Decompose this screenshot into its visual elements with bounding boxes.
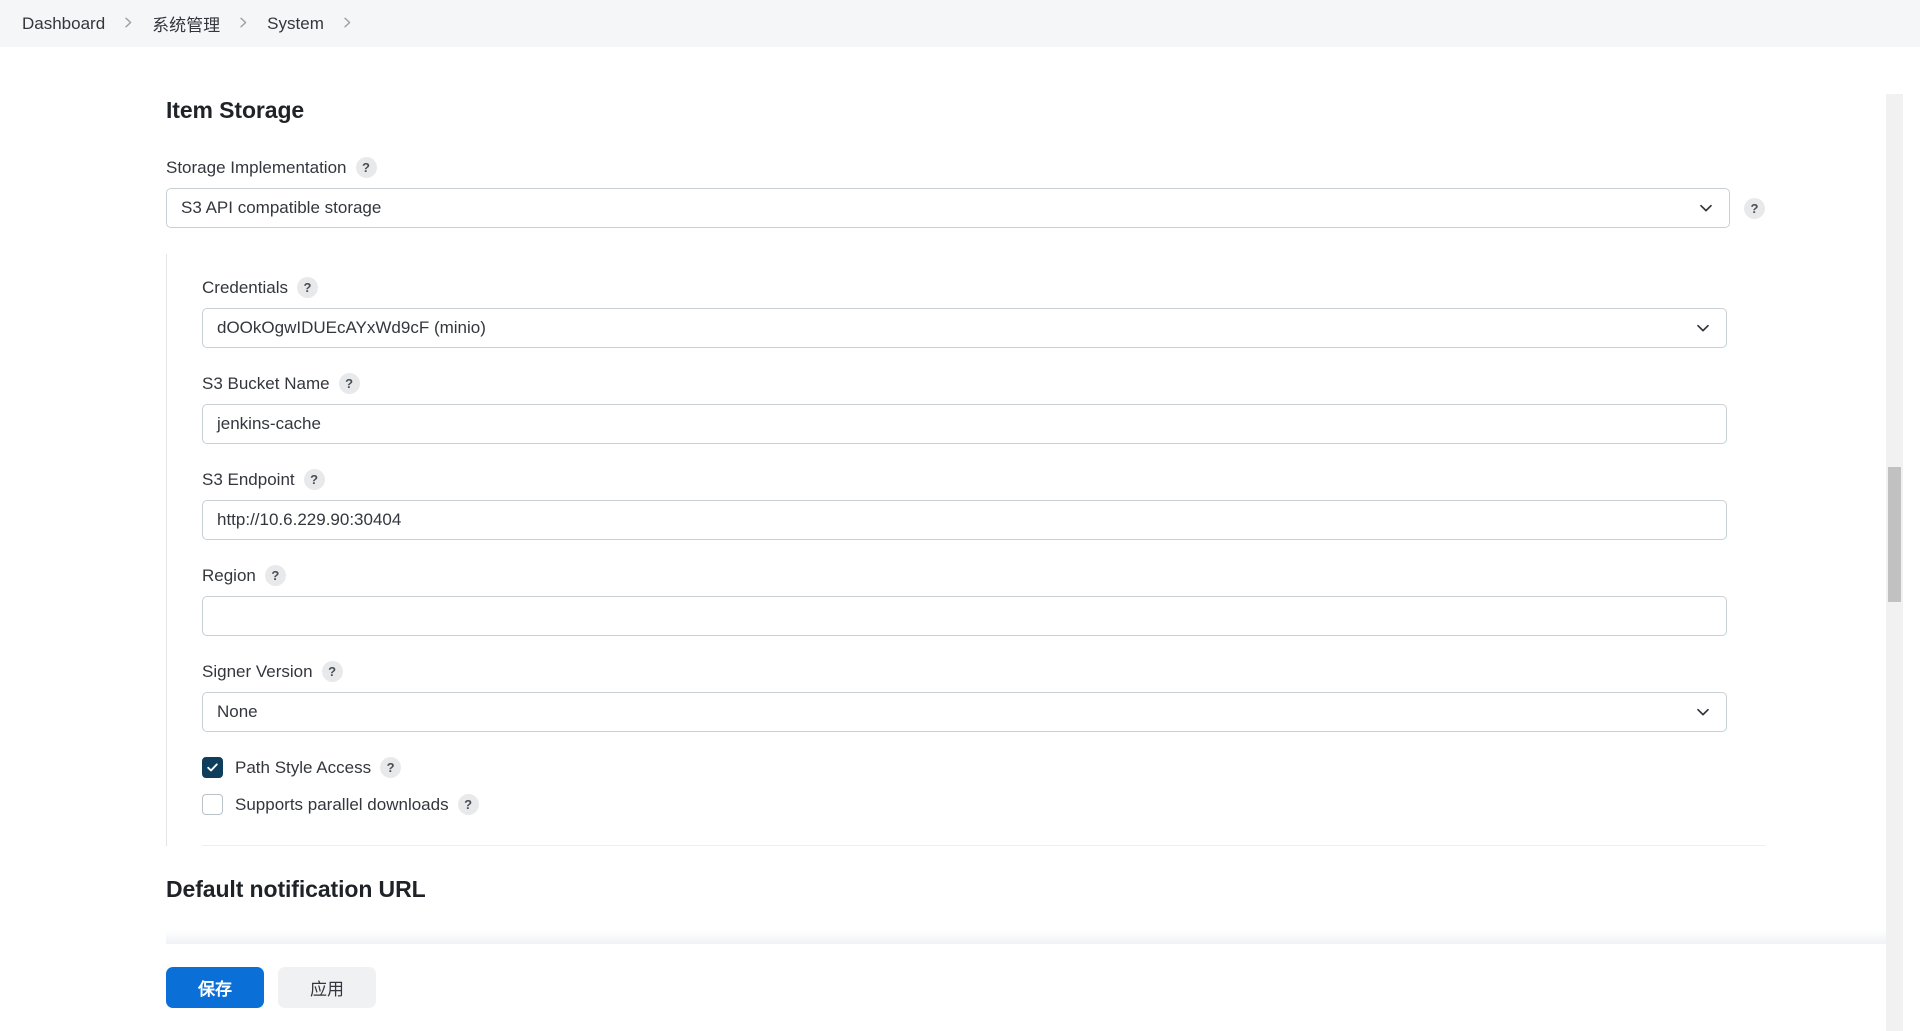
s3-settings-group: Credentials ? dOOkOgwIDUEcAYxWd9cF (mini… <box>166 254 1729 846</box>
page-title: Item Storage <box>166 97 1760 124</box>
field-signer-version: Signer Version ? None <box>202 661 1729 732</box>
second-section-title: Default notification URL <box>166 876 1760 903</box>
help-icon[interactable]: ? <box>458 794 479 815</box>
supports-parallel-downloads-label: Supports parallel downloads ? <box>235 794 479 815</box>
signer-version-value: None <box>217 702 258 722</box>
field-s3-bucket-name: S3 Bucket Name ? jenkins-cache <box>202 373 1729 444</box>
field-credentials: Credentials ? dOOkOgwIDUEcAYxWd9cF (mini… <box>202 277 1729 348</box>
checkbox-row-supports-parallel-downloads: Supports parallel downloads ? <box>202 794 1729 815</box>
storage-implementation-outer-help-icon[interactable]: ? <box>1744 198 1765 219</box>
s3-bucket-name-input[interactable]: jenkins-cache <box>202 404 1727 444</box>
label-text: S3 Endpoint <box>202 470 295 490</box>
label-text: Region <box>202 566 256 586</box>
breadcrumb-item-dashboard[interactable]: Dashboard <box>22 14 105 34</box>
path-style-access-label: Path Style Access ? <box>235 757 401 778</box>
breadcrumb: Dashboard 系统管理 System <box>0 0 1920 47</box>
field-s3-endpoint: S3 Endpoint ? http://10.6.229.90:30404 <box>202 469 1729 540</box>
chevron-right-icon <box>123 17 134 28</box>
help-icon[interactable]: ? <box>380 757 401 778</box>
form-action-bar: 保存 应用 <box>0 944 1903 1031</box>
help-icon[interactable]: ? <box>297 277 318 298</box>
credentials-label: Credentials ? <box>202 277 1729 298</box>
help-icon[interactable]: ? <box>304 469 325 490</box>
chevron-right-icon <box>342 17 353 28</box>
section-divider <box>202 845 1765 846</box>
signer-version-label: Signer Version ? <box>202 661 1729 682</box>
s3-bucket-name-value: jenkins-cache <box>217 414 321 434</box>
label-text: Credentials <box>202 278 288 298</box>
region-label: Region ? <box>202 565 1729 586</box>
help-icon[interactable]: ? <box>265 565 286 586</box>
chevron-down-icon <box>1697 199 1715 217</box>
region-input[interactable] <box>202 596 1727 636</box>
storage-implementation-row: S3 API compatible storage ? <box>166 188 1784 228</box>
credentials-value: dOOkOgwIDUEcAYxWd9cF (minio) <box>217 318 486 338</box>
s3-endpoint-input[interactable]: http://10.6.229.90:30404 <box>202 500 1727 540</box>
configuration-form-scroll-area: Item Storage Storage Implementation ? S3… <box>0 47 1903 1031</box>
chevron-down-icon <box>1694 703 1712 721</box>
s3-endpoint-label: S3 Endpoint ? <box>202 469 1729 490</box>
label-text: Signer Version <box>202 662 313 682</box>
help-icon[interactable]: ? <box>356 157 377 178</box>
chevron-right-icon <box>238 17 249 28</box>
label-text: Path Style Access <box>235 758 371 778</box>
label-text: S3 Bucket Name <box>202 374 330 394</box>
field-region: Region ? <box>202 565 1729 636</box>
path-style-access-checkbox[interactable] <box>202 757 223 778</box>
field-storage-implementation: Storage Implementation ? S3 API compatib… <box>166 157 1760 228</box>
vertical-scrollbar-track[interactable] <box>1886 94 1903 1031</box>
label-text: Supports parallel downloads <box>235 795 449 815</box>
help-icon[interactable]: ? <box>339 373 360 394</box>
chevron-down-icon <box>1694 319 1712 337</box>
supports-parallel-downloads-checkbox[interactable] <box>202 794 223 815</box>
page-body: Item Storage Storage Implementation ? S3… <box>0 47 1903 1031</box>
configuration-form: Item Storage Storage Implementation ? S3… <box>0 47 1760 903</box>
apply-button[interactable]: 应用 <box>278 967 376 1008</box>
label-text: Storage Implementation <box>166 158 347 178</box>
s3-endpoint-value: http://10.6.229.90:30404 <box>217 510 401 530</box>
credentials-select[interactable]: dOOkOgwIDUEcAYxWd9cF (minio) <box>202 308 1727 348</box>
storage-implementation-value: S3 API compatible storage <box>181 198 381 218</box>
save-button[interactable]: 保存 <box>166 967 264 1008</box>
help-icon[interactable]: ? <box>322 661 343 682</box>
s3-bucket-name-label: S3 Bucket Name ? <box>202 373 1729 394</box>
checkbox-row-path-style-access: Path Style Access ? <box>202 757 1729 778</box>
storage-implementation-label: Storage Implementation ? <box>166 157 1760 178</box>
breadcrumb-item-system-management[interactable]: 系统管理 <box>152 11 220 36</box>
storage-implementation-select[interactable]: S3 API compatible storage <box>166 188 1730 228</box>
breadcrumb-item-system[interactable]: System <box>267 14 324 34</box>
vertical-scrollbar-thumb[interactable] <box>1888 467 1901 602</box>
signer-version-select[interactable]: None <box>202 692 1727 732</box>
